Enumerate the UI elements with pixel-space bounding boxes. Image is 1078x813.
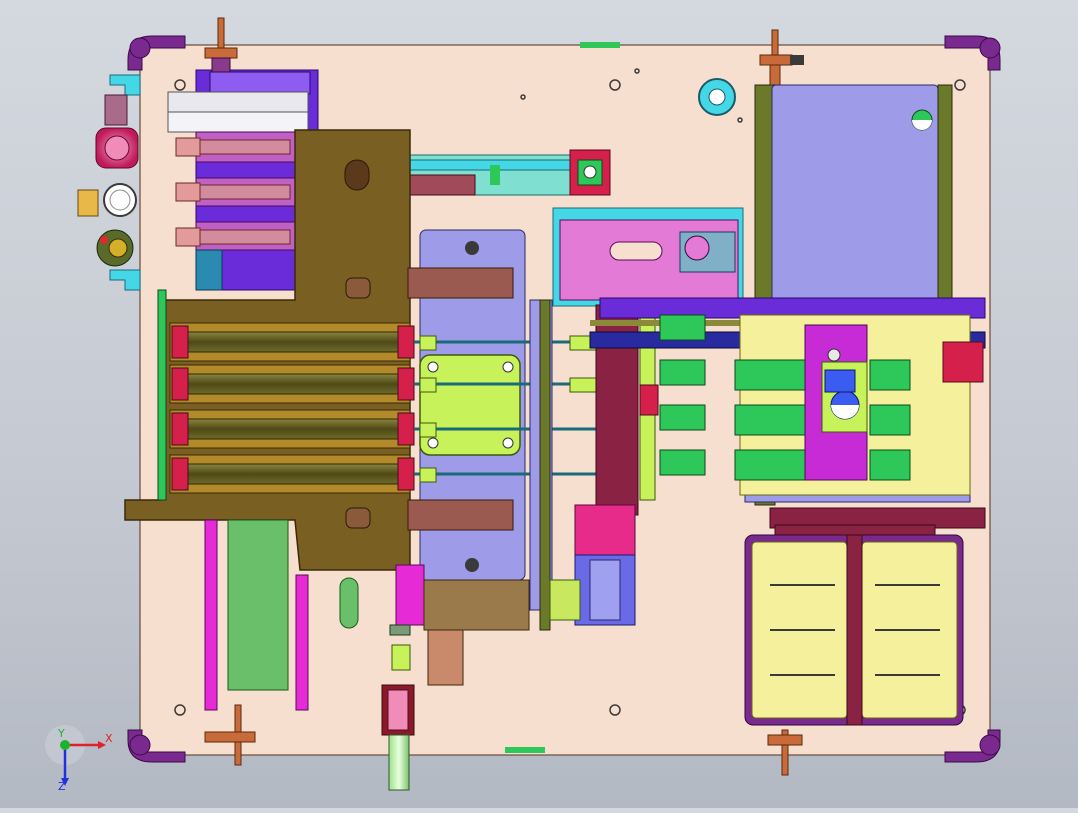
left-pneumatic-fittings[interactable]: [77, 74, 141, 291]
lime-cylinder[interactable]: [419, 354, 521, 456]
triad-y-axis: [60, 740, 70, 750]
magenta-carriage[interactable]: [804, 324, 868, 481]
assembly-drawing[interactable]: X Y Z: [0, 0, 1078, 808]
triad-z-label: Z: [58, 780, 66, 793]
right-bottom-trays[interactable]: [744, 524, 964, 726]
pink-bracket[interactable]: [552, 207, 744, 307]
cad-viewport[interactable]: X Y Z: [0, 0, 1078, 808]
red-actuator[interactable]: [942, 341, 984, 383]
top-linear-guide[interactable]: [404, 149, 611, 196]
coordinate-triad: X Y Z: [45, 725, 113, 793]
triad-y-label: Y: [57, 727, 65, 740]
triad-x-label: X: [105, 732, 113, 745]
